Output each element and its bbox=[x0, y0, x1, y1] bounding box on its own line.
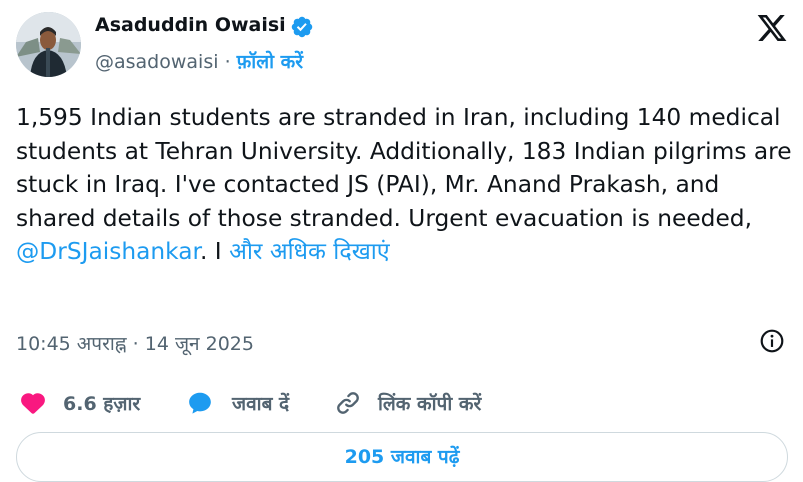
tweet-body-text: 1,595 Indian students are stranded in Ir… bbox=[16, 104, 792, 232]
handle-separator: · bbox=[224, 51, 231, 73]
handle-row: @asadowaisi · फ़ॉलो करें bbox=[95, 48, 303, 74]
tweet-body-text-tail: . I bbox=[199, 238, 230, 265]
like-count: 6.6 हज़ार bbox=[63, 393, 141, 415]
like-button[interactable]: 6.6 हज़ार bbox=[20, 387, 140, 419]
verified-badge-icon bbox=[291, 16, 313, 38]
tweet-text: 1,595 Indian students are stranded in Ir… bbox=[16, 101, 796, 269]
author-name[interactable]: Asaduddin Owaisi bbox=[95, 14, 286, 36]
copy-link-label: लिंक कॉपी करें bbox=[378, 393, 482, 415]
author-avatar[interactable] bbox=[16, 12, 81, 77]
avatar-image bbox=[16, 12, 81, 77]
link-icon bbox=[337, 392, 359, 414]
show-more-link[interactable]: और अधिक दिखाएं bbox=[229, 238, 390, 265]
copy-link-button[interactable]: लिंक कॉपी करें bbox=[334, 387, 481, 419]
follow-button[interactable]: फ़ॉलो करें bbox=[237, 51, 303, 73]
x-logo-icon[interactable] bbox=[755, 12, 789, 44]
read-replies-button[interactable]: 205 जवाब पढ़ें bbox=[16, 432, 788, 482]
mention-link[interactable]: @DrSJaishankar bbox=[16, 238, 200, 265]
tweet-timestamp[interactable]: 10:45 अपराह्न · 14 जून 2025 bbox=[16, 330, 254, 356]
reply-label: जवाब दें bbox=[232, 393, 290, 415]
heart-icon bbox=[21, 393, 45, 414]
info-icon[interactable] bbox=[759, 328, 785, 354]
author-handle[interactable]: @asadowaisi bbox=[95, 51, 219, 73]
reply-button[interactable]: जवाब दें bbox=[186, 387, 289, 419]
reply-bubble-icon bbox=[189, 392, 211, 414]
